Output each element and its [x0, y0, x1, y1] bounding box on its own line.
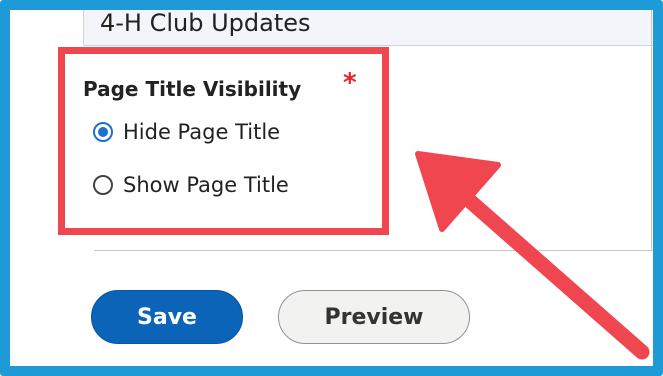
- highlight-box: [58, 47, 389, 235]
- screenshot-frame: 4-H Club Updates Page Title Visibility *…: [0, 0, 663, 376]
- save-button[interactable]: Save: [91, 290, 243, 344]
- divider: [94, 250, 653, 251]
- title-input-value: 4-H Club Updates: [100, 9, 311, 37]
- form-border: [651, 10, 652, 250]
- title-input[interactable]: 4-H Club Updates: [83, 9, 653, 46]
- preview-button[interactable]: Preview: [278, 290, 470, 344]
